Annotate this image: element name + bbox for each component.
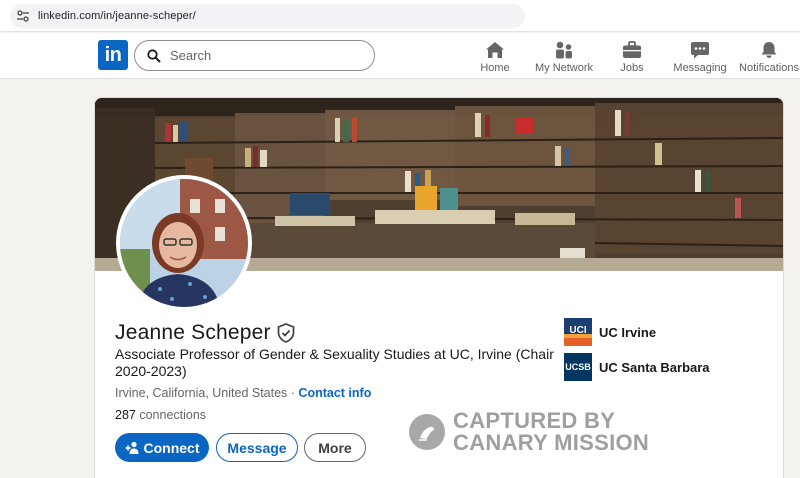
add-person-icon xyxy=(125,441,139,454)
contact-info-link[interactable]: Contact info xyxy=(298,386,371,400)
school-item-uc-santa-barbara[interactable]: UCSB UC Santa Barbara xyxy=(564,353,710,381)
profile-location-row: Irvine, California, United States · Cont… xyxy=(115,386,371,400)
nav-messaging[interactable]: Messaging xyxy=(673,39,727,77)
search-input[interactable] xyxy=(170,48,350,63)
watermark-line-2: CANARY MISSION xyxy=(453,430,650,455)
watermark-line-1: CAPTURED BY xyxy=(453,408,616,433)
message-button[interactable]: Message xyxy=(216,433,298,462)
nav-home[interactable]: Home xyxy=(477,39,513,77)
url-text: linkedin.com/in/jeanne-scheper/ xyxy=(38,9,196,22)
school-item-uc-irvine[interactable]: UCI UC Irvine xyxy=(564,318,656,346)
linkedin-logo[interactable]: in xyxy=(98,40,128,70)
profile-avatar[interactable] xyxy=(116,175,252,311)
ucsb-logo: UCSB xyxy=(564,353,592,381)
search-box[interactable] xyxy=(134,40,375,71)
watermark: CAPTURED BY CANARY MISSION xyxy=(409,410,649,454)
profile-name-row: Jeanne Scheper xyxy=(115,321,295,345)
browser-address-bar: linkedin.com/in/jeanne-scheper/ xyxy=(0,0,800,32)
nav-jobs[interactable]: Jobs xyxy=(617,39,647,77)
school-name-uc-santa-barbara: UC Santa Barbara xyxy=(599,359,710,375)
top-nav: in Home My Network Jobs Messaging Notif xyxy=(0,33,800,79)
profile-headline: Associate Professor of Gender & Sexualit… xyxy=(115,346,554,379)
briefcase-icon xyxy=(622,39,642,59)
ucsb-logo-text: UCSB xyxy=(565,362,591,372)
connections-number: 287 xyxy=(115,408,136,422)
home-icon xyxy=(485,39,505,59)
location-separator: · xyxy=(287,386,299,400)
connect-button-label: Connect xyxy=(143,439,200,456)
search-icon xyxy=(147,48,161,63)
network-icon xyxy=(554,39,574,59)
verified-shield-icon[interactable] xyxy=(277,323,295,343)
watermark-text: CAPTURED BY CANARY MISSION xyxy=(453,410,649,454)
nav-my-network[interactable]: My Network xyxy=(535,39,593,77)
nav-messaging-label: Messaging xyxy=(673,62,727,74)
url-field[interactable]: linkedin.com/in/jeanne-scheper/ xyxy=(10,3,525,28)
nav-notifications-label: Notifications xyxy=(739,62,799,74)
connections-count[interactable]: 287 connections xyxy=(115,408,206,422)
more-button[interactable]: More xyxy=(304,433,366,462)
connections-label: connections xyxy=(135,408,207,422)
site-settings-icon[interactable] xyxy=(16,8,32,24)
profile-name: Jeanne Scheper xyxy=(115,321,271,344)
nav-my-network-label: My Network xyxy=(534,62,594,74)
school-name-uc-irvine: UC Irvine xyxy=(599,324,657,340)
profile-location: Irvine, California, United States xyxy=(115,386,288,400)
bell-icon xyxy=(760,39,778,59)
connect-button[interactable]: Connect xyxy=(115,433,209,462)
nav-notifications[interactable]: Notifications xyxy=(739,39,799,77)
nav-jobs-label: Jobs xyxy=(620,62,644,74)
canary-bird-icon xyxy=(409,414,445,450)
nav-home-label: Home xyxy=(480,62,510,74)
uci-logo: UCI xyxy=(564,318,592,346)
messaging-icon xyxy=(690,39,710,59)
uci-logo-text: UCI xyxy=(569,325,586,336)
